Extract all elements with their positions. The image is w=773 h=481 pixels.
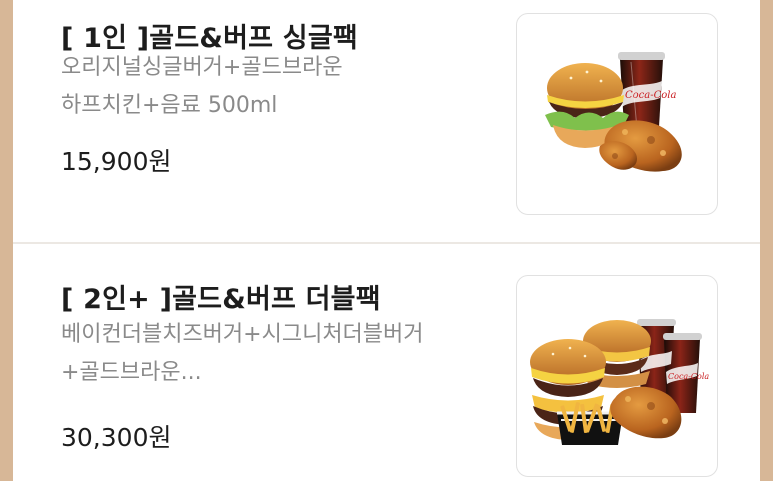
- menu-item-description: 베이컨더블치즈버거+시그니처더블버거 +골드브라운...: [61, 316, 501, 392]
- menu-item-description: 오리지널싱글버거+골드브라운 하프치킨+음료 500ml: [61, 49, 501, 125]
- menu-item-description-line-2: 하프치킨+음료 500ml: [61, 93, 278, 118]
- menu-item-description-line-1: 베이컨더블치즈버거+시그니처더블버거: [61, 322, 424, 347]
- menu-item-price: 30,300원: [61, 423, 172, 452]
- menu-item-description-line-1: 오리지널싱글버거+골드브라운: [61, 55, 343, 80]
- menu-item-image[interactable]: Coca-Cola: [516, 13, 718, 215]
- menu-item-title: [ 2인+ ]골드&버프 더블팩: [61, 284, 381, 315]
- cup-logo-text: Coca-Cola: [625, 90, 676, 101]
- double-burger-fries-chicken-drinks-photo: Coca-Cola: [530, 319, 709, 445]
- menu-item-image[interactable]: Coca-Cola: [516, 275, 718, 477]
- burger-chicken-drink-photo: Coca-Cola: [545, 52, 682, 172]
- menu-item-gold-buff-single-pack[interactable]: [ 1인 ]골드&버프 싱글팩 오리지널싱글버거+골드브라운 하프치킨+음료 5…: [13, 0, 760, 220]
- fried-chicken: [599, 120, 682, 172]
- cup-logo-text: Coca-Cola: [668, 372, 709, 381]
- menu-list: [ 1인 ]골드&버프 싱글팩 오리지널싱글버거+골드브라운 하프치킨+음료 5…: [13, 0, 760, 481]
- menu-item-description-line-2: +골드브라운...: [61, 360, 202, 385]
- menu-item-gold-buff-double-pack[interactable]: [ 2인+ ]골드&버프 더블팩 베이컨더블치즈버거+시그니처더블버거 +골드브…: [13, 244, 760, 481]
- menu-item-price: 15,900원: [61, 147, 172, 176]
